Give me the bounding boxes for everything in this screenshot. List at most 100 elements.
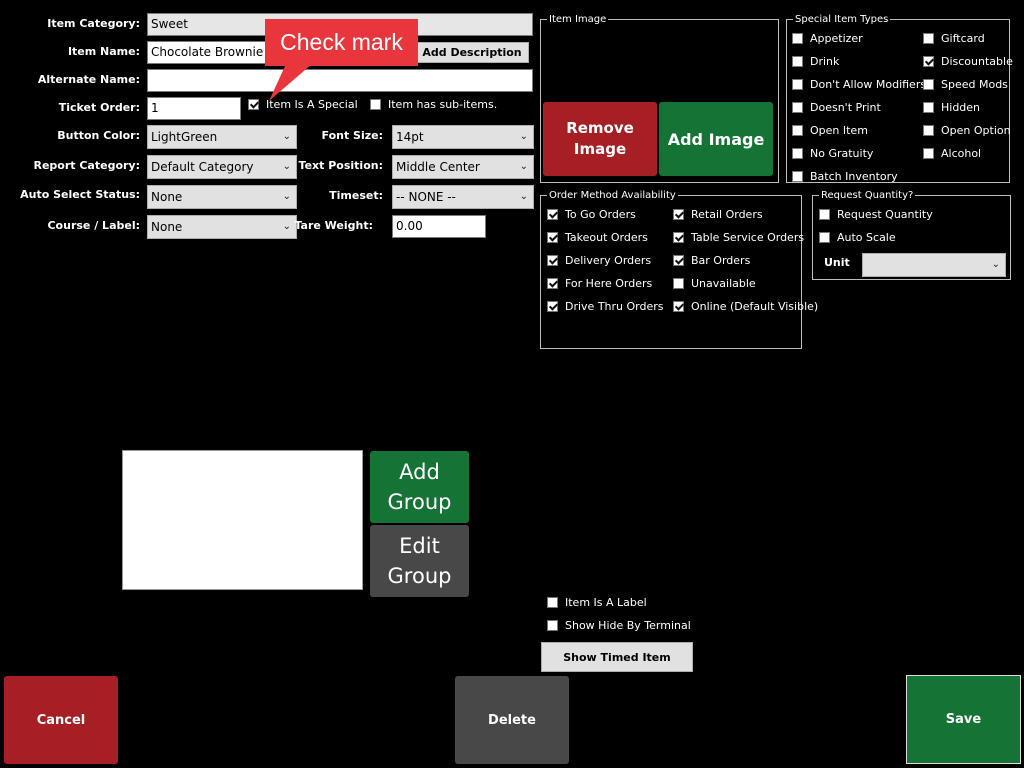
remove-image-button[interactable]: Remove Image [543, 102, 657, 176]
checkbox-to-go-orders[interactable]: To Go Orders [547, 208, 636, 222]
alternate-name-field[interactable] [147, 69, 533, 92]
item-name-label: Item Name: [67, 45, 140, 58]
checkbox-discountable[interactable]: Discountable [923, 55, 1013, 69]
checkbox-doesn-t-print[interactable]: Doesn't Print [792, 101, 881, 115]
checkbox-label: Table Service Orders [691, 231, 805, 244]
check-icon[interactable] [923, 125, 934, 136]
cancel-button[interactable]: Cancel [4, 676, 118, 764]
check-icon[interactable] [792, 148, 803, 159]
tare-weight-field[interactable]: 0.00 [392, 215, 486, 238]
checkbox-for-here-orders[interactable]: For Here Orders [547, 277, 652, 291]
checkbox-alcohol[interactable]: Alcohol [923, 147, 981, 161]
chevron-down-icon: ⌄ [519, 161, 528, 172]
check-icon[interactable] [547, 301, 558, 312]
item-is-label-label: Item Is A Label [565, 596, 647, 609]
check-icon[interactable] [673, 232, 684, 243]
checkbox-label: Open Item [810, 124, 868, 137]
checkbox-don-t-allow-modifiers[interactable]: Don't Allow Modifiers [792, 78, 926, 92]
checkbox-label: Speed Mods [941, 78, 1008, 91]
item-is-label-check-icon[interactable] [547, 597, 558, 608]
checkbox-appetizer[interactable]: Appetizer [792, 32, 863, 46]
request-quantity-checkbox[interactable]: Request Quantity [819, 208, 933, 222]
checkbox-label: Appetizer [810, 32, 863, 45]
item-is-label-checkbox[interactable]: Item Is A Label [547, 596, 647, 610]
check-icon[interactable] [792, 125, 803, 136]
checkbox-delivery-orders[interactable]: Delivery Orders [547, 254, 651, 268]
order-method-legend: Order Method Availability [547, 189, 678, 202]
add-image-button[interactable]: Add Image [659, 102, 773, 176]
checkbox-bar-orders[interactable]: Bar Orders [673, 254, 750, 268]
item-is-special-check-icon[interactable] [248, 99, 259, 110]
checkbox-drive-thru-orders[interactable]: Drive Thru Orders [547, 300, 664, 314]
checkbox-unavailable[interactable]: Unavailable [673, 277, 756, 291]
checkbox-label: Drink [810, 55, 840, 68]
checkbox-speed-mods[interactable]: Speed Mods [923, 78, 1008, 92]
timeset-label: Timeset: [329, 189, 383, 202]
checkbox-label: No Gratuity [810, 147, 874, 160]
unit-select[interactable]: ⌄ [862, 253, 1006, 277]
check-icon[interactable] [673, 255, 684, 266]
checkbox-batch-inventory[interactable]: Batch Inventory [792, 170, 898, 184]
check-icon[interactable] [923, 148, 934, 159]
check-mark-callout: Check mark [265, 19, 418, 66]
group-list[interactable] [122, 450, 363, 590]
has-sub-items-checkbox[interactable]: Item has sub-items. [370, 98, 497, 112]
check-icon[interactable] [792, 79, 803, 90]
check-icon[interactable] [792, 33, 803, 44]
checkbox-online-default-visible[interactable]: Online (Default Visible) [673, 300, 818, 314]
checkbox-label: Retail Orders [691, 208, 763, 221]
checkbox-no-gratuity[interactable]: No Gratuity [792, 147, 873, 161]
checkbox-open-option[interactable]: Open Option [923, 124, 1011, 138]
check-icon[interactable] [547, 232, 558, 243]
special-item-types-legend: Special Item Types [793, 13, 891, 26]
check-icon[interactable] [792, 56, 803, 67]
check-icon[interactable] [673, 278, 684, 289]
auto-select-status-label: Auto Select Status: [20, 188, 140, 201]
check-icon[interactable] [547, 255, 558, 266]
add-group-button[interactable]: Add Group [370, 451, 469, 523]
show-hide-terminal-checkbox[interactable]: Show Hide By Terminal [547, 619, 691, 633]
checkbox-giftcard[interactable]: Giftcard [923, 32, 985, 46]
check-icon[interactable] [792, 102, 803, 113]
checkbox-drink[interactable]: Drink [792, 55, 839, 69]
report-category-label: Report Category: [33, 159, 140, 172]
check-icon[interactable] [673, 209, 684, 220]
check-icon[interactable] [547, 278, 558, 289]
checkbox-table-service-orders[interactable]: Table Service Orders [673, 231, 804, 245]
checkbox-takeout-orders[interactable]: Takeout Orders [547, 231, 648, 245]
item-name-field[interactable]: Chocolate Brownie [147, 41, 267, 64]
chevron-down-icon: ⌄ [519, 191, 528, 202]
checkbox-retail-orders[interactable]: Retail Orders [673, 208, 763, 222]
show-hide-terminal-check-icon[interactable] [547, 620, 558, 631]
checkbox-label: Batch Inventory [810, 170, 898, 183]
ticket-order-field[interactable]: 1 [147, 97, 241, 120]
checkbox-label: Hidden [941, 101, 981, 114]
checkbox-open-item[interactable]: Open Item [792, 124, 868, 138]
check-icon[interactable] [547, 209, 558, 220]
text-position-select[interactable]: Middle Center ⌄ [392, 155, 534, 179]
edit-group-button[interactable]: Edit Group [370, 525, 469, 597]
font-size-label: Font Size: [321, 129, 384, 142]
add-description-button[interactable]: Add Description [415, 42, 529, 63]
auto-scale-checkbox[interactable]: Auto Scale [819, 231, 896, 245]
check-icon[interactable] [923, 102, 934, 113]
button-color-label: Button Color: [57, 129, 140, 142]
check-icon[interactable] [923, 33, 934, 44]
auto-scale-label: Auto Scale [837, 231, 896, 244]
checkbox-hidden[interactable]: Hidden [923, 101, 980, 115]
check-icon[interactable] [673, 301, 684, 312]
has-sub-items-check-icon[interactable] [370, 99, 381, 110]
save-button[interactable]: Save [906, 675, 1021, 764]
request-quantity-check-icon[interactable] [819, 209, 830, 220]
timeset-select[interactable]: -- NONE -- ⌄ [392, 185, 534, 209]
checkbox-label: Drive Thru Orders [565, 300, 664, 313]
auto-scale-check-icon[interactable] [819, 232, 830, 243]
check-icon[interactable] [792, 171, 803, 182]
check-icon[interactable] [923, 79, 934, 90]
show-timed-item-button[interactable]: Show Timed Item [541, 642, 693, 672]
checkbox-label: Takeout Orders [565, 231, 648, 244]
check-icon[interactable] [923, 56, 934, 67]
course-label-label: Course / Label: [47, 219, 140, 232]
delete-button[interactable]: Delete [455, 676, 569, 764]
font-size-select[interactable]: 14pt ⌄ [392, 125, 534, 149]
